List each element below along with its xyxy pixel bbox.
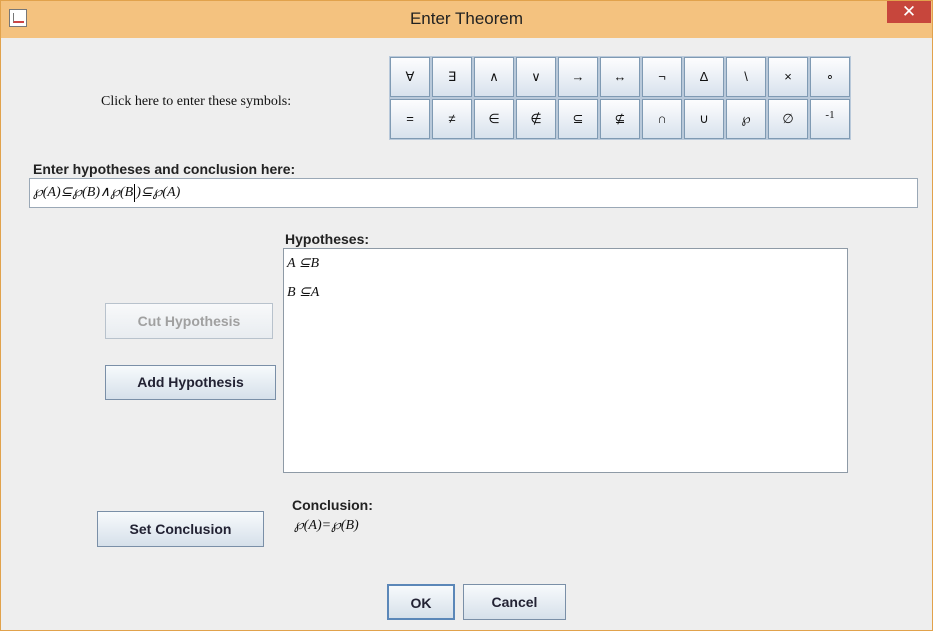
symbol-notequal-button[interactable]: ≠ (432, 99, 472, 139)
cut-hypothesis-button[interactable]: Cut Hypothesis (105, 303, 273, 339)
symbol-subset-button[interactable]: ⊆ (558, 99, 598, 139)
window-title: Enter Theorem (409, 9, 524, 28)
symbol-forall-button[interactable]: ∀ (390, 57, 430, 97)
close-button[interactable]: ✕ (887, 1, 931, 23)
cancel-button[interactable]: Cancel (463, 584, 566, 620)
symbol-exists-button[interactable]: ∃ (432, 57, 472, 97)
symbol-or-button[interactable]: ∨ (516, 57, 556, 97)
set-conclusion-button[interactable]: Set Conclusion (97, 511, 264, 547)
symbol-not-button[interactable]: ¬ (642, 57, 682, 97)
symbol-union-button[interactable]: ∪ (684, 99, 724, 139)
conclusion-label: Conclusion: (292, 497, 373, 513)
list-item[interactable]: B ⊆A (284, 278, 847, 307)
symbol-powerset-button[interactable]: ℘ (726, 99, 766, 139)
hypotheses-label: Hypotheses: (285, 231, 370, 247)
hypotheses-list[interactable]: A ⊆B B ⊆A (283, 248, 848, 473)
input-text-after-caret: )⊆℘(A) (136, 185, 181, 200)
dialog-content: Click here to enter these symbols: ∀ ∃ ∧… (9, 38, 924, 625)
symbol-and-button[interactable]: ∧ (474, 57, 514, 97)
theorem-input[interactable]: ℘(A)⊆℘(B)∧℘(B)⊆℘(A) (29, 178, 918, 208)
symbol-iff-button[interactable]: ↔ (600, 57, 640, 97)
list-item[interactable]: A ⊆B (284, 249, 847, 278)
symbol-implies-button[interactable]: → (558, 57, 598, 97)
symbol-notsubset-button[interactable]: ⊈ (600, 99, 640, 139)
symbol-equals-button[interactable]: = (390, 99, 430, 139)
symbol-intersect-button[interactable]: ∩ (642, 99, 682, 139)
input-text-before-caret: ℘(A)⊆℘(B)∧℘(B (33, 185, 134, 200)
symbols-prompt: Click here to enter these symbols: (101, 94, 292, 109)
main-input-label: Enter hypotheses and conclusion here: (33, 161, 296, 177)
add-hypothesis-button[interactable]: Add Hypothesis (105, 365, 276, 400)
symbol-emptyset-button[interactable]: ∅ (768, 99, 808, 139)
symbol-times-button[interactable]: × (768, 57, 808, 97)
enter-theorem-window: Enter Theorem ✕ Click here to enter thes… (0, 0, 933, 631)
symbol-setminus-button[interactable]: \ (726, 57, 766, 97)
ok-button[interactable]: OK (387, 584, 455, 620)
symbol-symdiff-button[interactable]: Δ (684, 57, 724, 97)
title-bar: Enter Theorem ✕ (1, 1, 932, 38)
conclusion-value: ℘(A)=℘(B) (294, 518, 359, 533)
symbol-in-button[interactable]: ∈ (474, 99, 514, 139)
symbol-compose-button[interactable]: ∘ (810, 57, 850, 97)
symbol-notin-button[interactable]: ∉ (516, 99, 556, 139)
symbol-palette: ∀ ∃ ∧ ∨ → ↔ ¬ Δ \ × ∘ = ≠ ∈ ∉ ⊆ ⊈ ∩ ∪ ℘ … (389, 56, 851, 140)
symbol-inverse-button[interactable]: -1 (810, 99, 850, 139)
